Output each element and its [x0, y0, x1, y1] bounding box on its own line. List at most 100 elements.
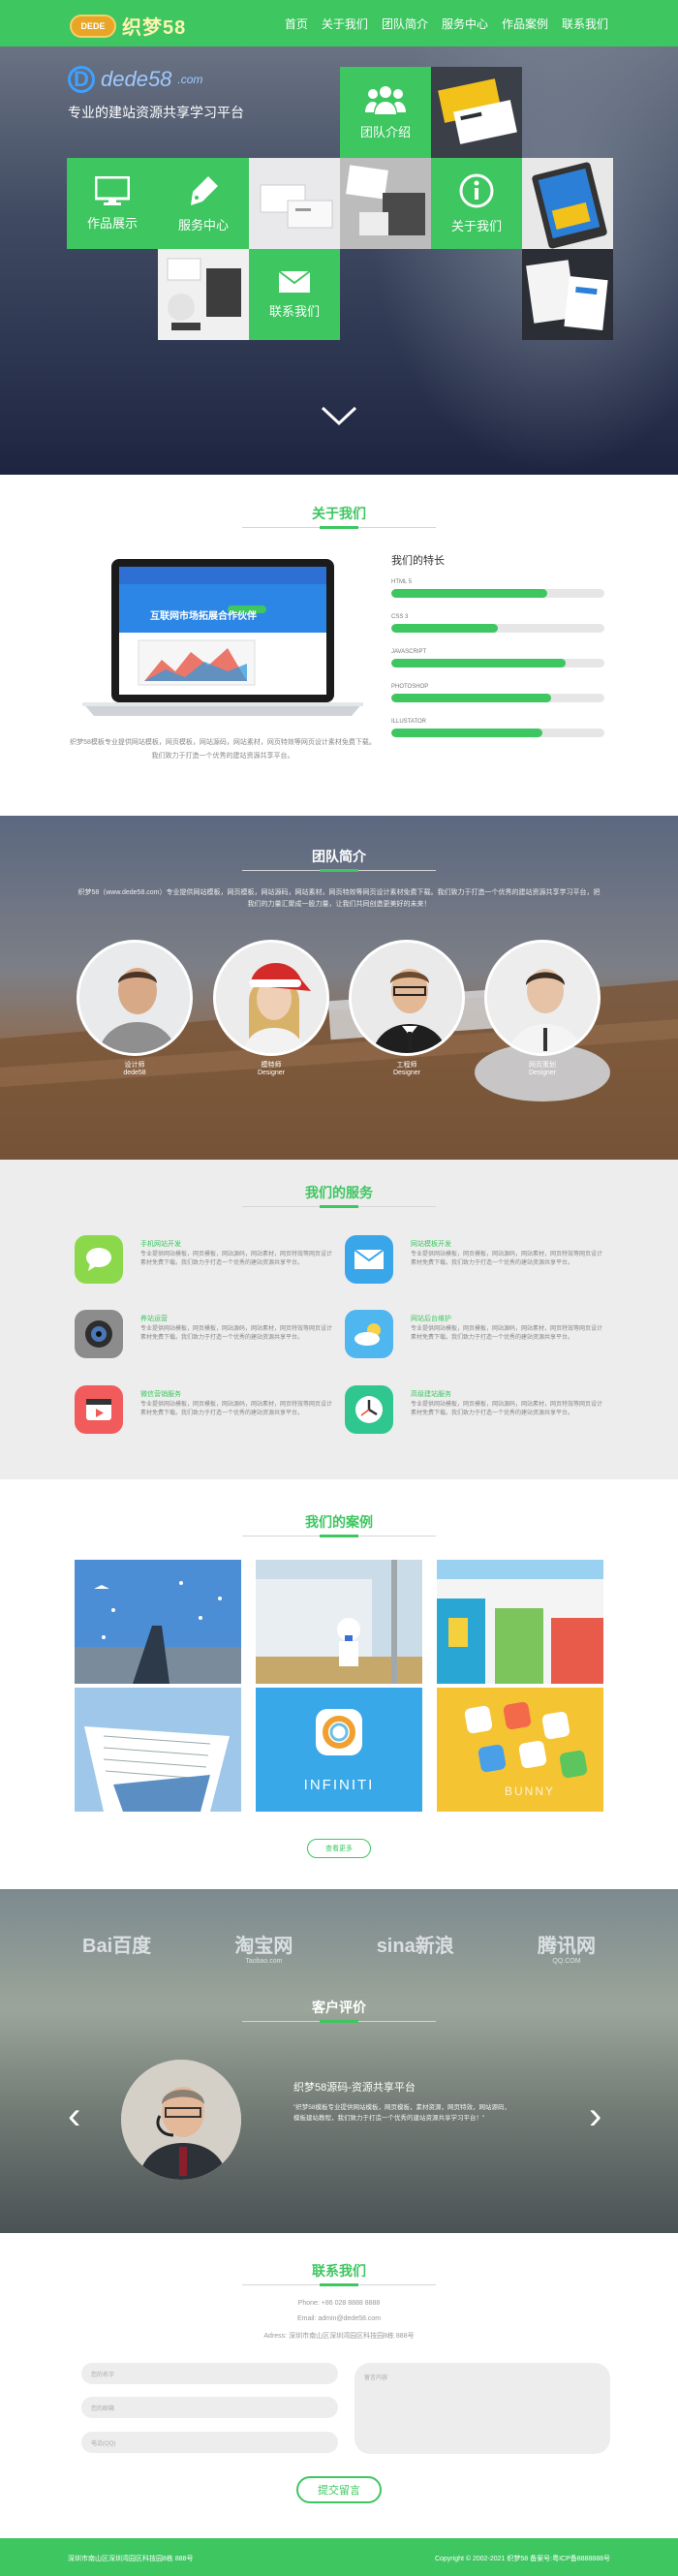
service-desc: 专业提供网站模板，网页模板，网站源码，网站素材，网页特效等网页设计素材免费下载。…: [411, 1402, 603, 1416]
member-name: 网页策划: [529, 1062, 556, 1069]
tile-service[interactable]: 服务中心: [158, 158, 249, 249]
skill-javascript: JAVASCRIPT: [391, 649, 604, 667]
email-input[interactable]: 您的邮箱: [81, 2397, 338, 2418]
dede-logo-icon: D: [68, 66, 95, 93]
services-section-title: 我们的服务: [305, 1185, 373, 1200]
footer-address: 深圳市南山区深圳湾园区科技园8栋 888号: [68, 2556, 194, 2562]
menu-item-team[interactable]: 团队简介: [382, 16, 428, 32]
team-member-2[interactable]: 模特师 Designer: [213, 940, 329, 1076]
prev-arrow-icon[interactable]: ‹: [68, 2095, 80, 2138]
message-textarea[interactable]: 留言内容: [354, 2363, 610, 2454]
partner-logo-text: sina新浪: [376, 1936, 454, 1957]
about-title-divider: [242, 526, 436, 529]
infiniti-label: INFINITI: [303, 1777, 375, 1793]
skill-label: HTML 5: [391, 579, 413, 585]
skill-illustrator: ILLUSTATOR: [391, 719, 604, 737]
submit-message-button[interactable]: 提交留言: [296, 2476, 382, 2503]
skill-fill: [391, 659, 567, 667]
case-item-seagulls[interactable]: [75, 1560, 241, 1684]
site-logo[interactable]: DEDE 织梦58: [70, 12, 186, 40]
tile-team[interactable]: 团队介绍: [340, 67, 431, 158]
skill-label: JAVASCRIPT: [391, 649, 427, 655]
hero-brand-logo: D dede58 .com: [68, 66, 244, 93]
menu-item-service[interactable]: 服务中心: [442, 16, 488, 32]
case-item-app-icons[interactable]: BUNNY: [437, 1688, 603, 1812]
team-section-title: 团队简介: [312, 849, 366, 864]
services-title-divider: [242, 1205, 436, 1208]
video-icon: [75, 1385, 123, 1434]
skill-bar: [391, 729, 604, 737]
hero-brand-suffix: .com: [177, 73, 203, 86]
team-member-3[interactable]: 工程师 Designer: [349, 940, 465, 1076]
avatar: [484, 940, 601, 1056]
stationery-image: [260, 184, 333, 229]
team-member-4[interactable]: 网页策划 Designer: [484, 940, 601, 1076]
scroll-down-chevron-icon[interactable]: [320, 405, 358, 426]
member-role: dede58: [123, 1070, 146, 1076]
service-desc: 专业提供网站模板，网页模板，网站源码，网站素材，网页特效等网页设计素材免费下载。…: [140, 1402, 333, 1416]
testimonials-section-title: 客户评价: [312, 2000, 366, 2015]
case-item-bear-statue[interactable]: [256, 1560, 422, 1684]
tablet-image: [532, 162, 607, 249]
partner-logo-sina[interactable]: sina新浪: [377, 1930, 454, 1965]
menu-item-about[interactable]: 关于我们: [322, 16, 368, 32]
partner-logos: Bai百度 淘宝网 Taobao.com sina新浪 腾讯网 QQ.COM: [82, 1930, 596, 1965]
team-member-1[interactable]: 设计师 dede58: [77, 940, 193, 1076]
tile-service-label: 服务中心: [177, 217, 229, 233]
info-icon: [459, 173, 494, 207]
client-name: 织梦58源码-资源共享平台: [293, 2082, 416, 2094]
hero-banner: D dede58 .com 专业的建站资源共享学习平台 团队介绍 作品展示 服务中…: [0, 47, 678, 475]
branding-image: [167, 258, 241, 330]
skill-fill: [391, 589, 547, 598]
case-item-colorful-street[interactable]: [437, 1560, 603, 1684]
menu-item-cases[interactable]: 作品案例: [502, 16, 548, 32]
logo-text: 织梦58: [122, 17, 187, 39]
phone-input[interactable]: 电话(QQ): [81, 2432, 338, 2453]
service-desc: 专业提供网站模板，网页模板，网站源码，网站素材，网页特效等网页设计素材免费下载。…: [140, 1326, 333, 1341]
tile-about[interactable]: 关于我们: [431, 158, 522, 249]
tile-team-label: 团队介绍: [359, 124, 411, 140]
menu-item-home[interactable]: 首页: [285, 16, 308, 32]
team-title-divider: [242, 869, 436, 872]
main-menu: 首页 关于我们 团队简介 服务中心 作品案例 联系我们: [285, 0, 608, 47]
skill-bar: [391, 624, 604, 633]
case-item-infiniti[interactable]: INFINITI: [256, 1688, 422, 1812]
member-name: 模特师: [261, 1062, 282, 1069]
service-title: 微信营销服务: [140, 1391, 181, 1398]
mail-icon: [345, 1235, 393, 1284]
member-role: Designer: [528, 1070, 556, 1076]
name-input[interactable]: 您的名字: [81, 2363, 338, 2384]
footer-copyright: Copyright © 2002-2021 织梦58 备案号:粤ICP备8888…: [434, 2556, 610, 2562]
service-title: 网站模板开发: [411, 1241, 451, 1248]
member-name: 设计师: [124, 1062, 145, 1069]
tile-works[interactable]: 作品展示: [67, 158, 158, 249]
tile-contact[interactable]: 联系我们: [249, 249, 340, 340]
tile-photo-stationery: [249, 158, 340, 249]
partner-logo-baidu[interactable]: Bai百度: [82, 1930, 151, 1965]
skill-label: ILLUSTATOR: [391, 719, 427, 725]
hero-brand: D dede58 .com 专业的建站资源共享学习平台: [68, 66, 244, 122]
bunny-label: BUNNY: [505, 1785, 556, 1798]
top-nav: DEDE 织梦58 首页 关于我们 团队简介 服务中心 作品案例 联系我们: [0, 0, 678, 47]
business-cards-image: [438, 78, 517, 144]
member-role: Designer: [392, 1070, 420, 1076]
tile-photo-branding: [158, 249, 249, 340]
team-section: 团队简介 织梦58（www.dede58.com）专业提供网站模板，网页模板，网…: [0, 816, 678, 1160]
contact-address: Adress: 深圳市南山区深圳湾园区科技园8栋 888号: [263, 2333, 415, 2340]
service-title: 网站后台维护: [411, 1316, 451, 1322]
partner-logo-taobao[interactable]: 淘宝网 Taobao.com: [234, 1930, 293, 1965]
about-description: 织梦58模板专业提供网站模板，网页模板，网站源码，网站素材，网页特效等网页设计素…: [70, 739, 376, 760]
partner-logo-qq[interactable]: 腾讯网 QQ.COM: [538, 1930, 596, 1965]
camera-icon: [75, 1310, 123, 1358]
next-arrow-icon[interactable]: ›: [589, 2095, 601, 2138]
case-item-building[interactable]: [75, 1688, 241, 1812]
partner-logo-sub: Taobao.com: [245, 1958, 283, 1965]
envelope-icon: [278, 269, 311, 293]
view-more-button[interactable]: 查看更多: [307, 1839, 371, 1858]
skills-title: 我们的特长: [391, 555, 445, 567]
testimonials-section: Bai百度 淘宝网 Taobao.com sina新浪 腾讯网 QQ.COM 客户评…: [0, 1889, 678, 2233]
service-title: 高级建站服务: [411, 1391, 451, 1398]
menu-item-contact[interactable]: 联系我们: [562, 16, 608, 32]
services-section: 我们的服务 手机网站开发 专业提供网站模板，网页模板，网站源码，网站素材，网页特…: [0, 1160, 678, 1479]
skill-bar: [391, 694, 604, 702]
